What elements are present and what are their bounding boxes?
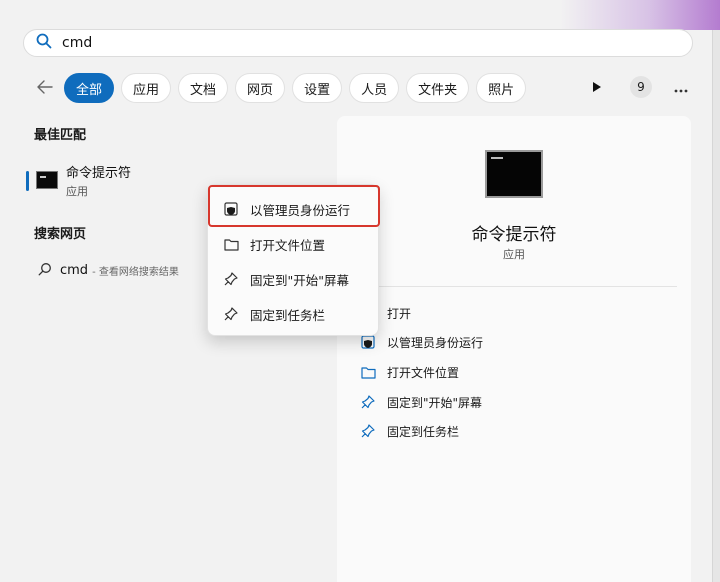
action-pin-to-start[interactable]: 固定到"开始"屏幕	[359, 392, 482, 412]
pin-icon	[359, 422, 377, 440]
action-label: 打开	[387, 306, 412, 321]
web-search-hint: - 查看网络搜索结果	[92, 266, 179, 278]
menu-item-label: 固定到任务栏	[250, 307, 326, 323]
pin-icon	[222, 305, 240, 323]
web-search-heading: 搜索网页	[34, 227, 87, 242]
menu-item-label: 固定到"开始"屏幕	[250, 272, 349, 288]
pin-icon	[222, 270, 240, 288]
tab-apps[interactable]: 应用	[121, 73, 172, 103]
details-app-name: 命令提示符	[471, 225, 557, 245]
folder-icon	[359, 363, 377, 381]
menu-item-open-file-location[interactable]: 打开文件位置	[214, 229, 374, 259]
search-input[interactable]	[62, 35, 662, 51]
cmd-icon	[36, 171, 58, 189]
play-icon	[592, 78, 602, 97]
shield-icon	[222, 200, 240, 218]
best-match-heading: 最佳匹配	[34, 128, 87, 143]
folder-icon	[222, 235, 240, 253]
background-gradient	[560, 0, 720, 30]
web-search-item[interactable]: cmd - 查看网络搜索结果	[38, 260, 179, 280]
selection-indicator	[26, 171, 29, 191]
menu-item-pin-to-start[interactable]: 固定到"开始"屏幕	[214, 264, 374, 294]
tab-people[interactable]: 人员	[349, 73, 400, 103]
action-label: 打开文件位置	[387, 365, 460, 380]
tab-photos[interactable]: 照片	[476, 73, 527, 103]
search-box[interactable]	[23, 29, 693, 57]
action-label: 固定到"开始"屏幕	[387, 395, 483, 410]
tab-folders[interactable]: 文件夹	[406, 73, 470, 103]
tab-all[interactable]: 全部	[64, 73, 115, 103]
best-match-name: 命令提示符	[66, 165, 132, 181]
divider	[351, 286, 677, 287]
play-button[interactable]	[582, 72, 612, 102]
arrow-left-icon	[37, 79, 53, 98]
action-open-file-location[interactable]: 打开文件位置	[359, 362, 459, 382]
action-label: 固定到任务栏	[387, 424, 460, 439]
tab-settings[interactable]: 设置	[292, 73, 343, 103]
filter-bar: 全部 应用 文档 网页 设置 人员 文件夹 照片 9	[30, 72, 698, 104]
back-button[interactable]	[30, 73, 60, 103]
more-options-button[interactable]	[666, 72, 696, 102]
search-icon	[36, 33, 52, 53]
start-search-window: 全部 应用 文档 网页 设置 人员 文件夹 照片 9 最佳匹配 命令提示符 应用…	[0, 0, 720, 582]
pin-icon	[359, 393, 377, 411]
tab-web[interactable]: 网页	[235, 73, 286, 103]
window-edge	[712, 30, 720, 582]
more-icon	[674, 78, 688, 97]
menu-item-label: 以管理员身份运行	[250, 202, 351, 218]
action-pin-to-taskbar[interactable]: 固定到任务栏	[359, 421, 459, 441]
details-app-type: 应用	[503, 248, 525, 261]
cmd-large-icon	[485, 150, 543, 198]
count-badge[interactable]: 9	[630, 76, 652, 98]
tab-documents[interactable]: 文档	[178, 73, 229, 103]
menu-item-label: 打开文件位置	[250, 237, 326, 253]
action-label: 以管理员身份运行	[387, 335, 484, 350]
details-panel: 命令提示符 应用 打开 以管理员身份运行 打开文件位置 固定到"开始"屏幕 固定…	[337, 116, 691, 582]
menu-item-pin-to-taskbar[interactable]: 固定到任务栏	[214, 299, 374, 329]
context-menu: 以管理员身份运行 打开文件位置 固定到"开始"屏幕 固定到任务栏	[207, 184, 380, 336]
web-search-query: cmd	[60, 262, 89, 278]
menu-item-run-as-admin[interactable]: 以管理员身份运行	[214, 194, 374, 224]
search-icon	[38, 261, 52, 280]
best-match-type: 应用	[66, 184, 88, 198]
action-run-as-admin[interactable]: 以管理员身份运行	[359, 332, 483, 352]
